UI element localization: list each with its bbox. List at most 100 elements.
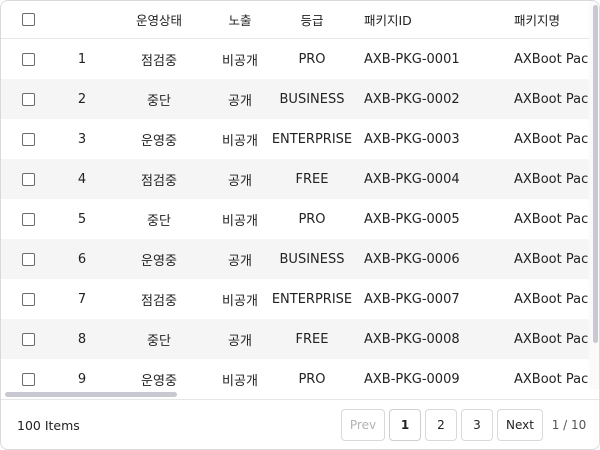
cell-status: 운영중	[141, 133, 177, 149]
cell-status: 점검중	[141, 173, 177, 189]
cell-status: 운영중	[141, 253, 177, 269]
row-checkbox[interactable]	[21, 92, 35, 106]
cell-grade: ENTERPRISE	[271, 131, 353, 147]
cell-exposure: 비공개	[222, 293, 258, 309]
cell-package-id: AXB-PKG-0003	[364, 131, 460, 147]
cell-package-name: AXBoot Package 3	[514, 131, 589, 147]
cell-grade: ENTERPRISE	[271, 291, 353, 307]
header-grade[interactable]: 등급	[271, 1, 353, 38]
row-checkbox-cell	[1, 199, 55, 239]
page-button-1[interactable]: 1	[389, 409, 421, 441]
table-row[interactable]: 6 운영중 공개 BUSINESS AXB-PKG-0006 AXBoot Package…	[1, 239, 589, 279]
cell-package-id: AXB-PKG-0004	[364, 171, 460, 187]
row-checkbox-cell	[1, 159, 55, 199]
cell-exposure: 비공개	[222, 133, 258, 149]
page-button-2[interactable]: 2	[425, 409, 457, 441]
cell-grade: PRO	[298, 371, 326, 387]
table-row[interactable]: 2 중단 공개 BUSINESS AXB-PKG-0002 AXBoot Package …	[1, 79, 589, 119]
row-number: 4	[77, 171, 87, 187]
row-number: 5	[77, 211, 87, 227]
cell-package-name: AXBoot Package 5	[514, 211, 589, 227]
prev-page-button[interactable]: Prev	[341, 409, 385, 441]
cell-exposure: 비공개	[222, 373, 258, 389]
header-no	[55, 1, 109, 38]
cell-grade: FREE	[295, 171, 329, 187]
row-checkbox-cell	[1, 359, 55, 389]
cell-package-id: AXB-PKG-0008	[364, 331, 460, 347]
row-number: 6	[77, 251, 87, 267]
row-checkbox-cell	[1, 239, 55, 279]
cell-status: 중단	[147, 93, 171, 109]
cell-package-name: AXBoot Package 4	[514, 171, 589, 187]
row-checkbox[interactable]	[21, 332, 35, 346]
row-checkbox-cell	[1, 39, 55, 79]
table-row[interactable]: 5 중단 비공개 PRO AXB-PKG-0005 AXBoot Package 5	[1, 199, 589, 239]
header-checkbox-cell	[1, 1, 55, 38]
header-exposure[interactable]: 노출	[209, 1, 271, 38]
row-checkbox[interactable]	[21, 372, 35, 386]
cell-package-name: AXBoot Package 1	[514, 51, 589, 67]
table-row[interactable]: 9 운영중 비공개 PRO AXB-PKG-0009 AXBoot Package 9	[1, 359, 589, 389]
cell-grade: PRO	[298, 51, 326, 67]
grid-viewport: 운영상태 노출 등급 패키지ID 패키지명 1 점검중 비공개 PRO AXB-PKG-…	[1, 1, 589, 389]
row-checkbox[interactable]	[21, 52, 35, 66]
cell-package-name: AXBoot Package 9	[514, 371, 589, 387]
header-row: 운영상태 노출 등급 패키지ID 패키지명	[1, 1, 589, 39]
cell-exposure: 공개	[228, 333, 252, 349]
row-number: 3	[77, 131, 87, 147]
row-number: 1	[77, 51, 87, 67]
row-checkbox[interactable]	[21, 212, 35, 226]
row-number: 8	[77, 331, 87, 347]
cell-package-id: AXB-PKG-0006	[364, 251, 460, 267]
header-package-id[interactable]: 패키지ID	[353, 1, 503, 38]
cell-package-name: AXBoot Package 7	[514, 291, 589, 307]
cell-package-id: AXB-PKG-0002	[364, 91, 460, 107]
cell-package-id: AXB-PKG-0005	[364, 211, 460, 227]
table-row[interactable]: 4 점검중 공개 FREE AXB-PKG-0004 AXBoot Package 4	[1, 159, 589, 199]
vertical-scrollbar-thumb[interactable]	[593, 5, 598, 343]
row-checkbox-cell	[1, 119, 55, 159]
page-button-3[interactable]: 3	[461, 409, 493, 441]
row-checkbox[interactable]	[21, 132, 35, 146]
cell-exposure: 공개	[228, 173, 252, 189]
cell-status: 중단	[147, 213, 171, 229]
cell-exposure: 공개	[228, 93, 252, 109]
row-number: 9	[77, 371, 87, 387]
cell-grade: PRO	[298, 211, 326, 227]
cell-exposure: 비공개	[222, 53, 258, 69]
row-checkbox[interactable]	[21, 252, 35, 266]
cell-package-name: AXBoot Package 2	[514, 91, 589, 107]
cell-exposure: 비공개	[222, 213, 258, 229]
row-number: 7	[77, 291, 87, 307]
cell-status: 중단	[147, 333, 171, 349]
page-indicator: 1 / 10	[551, 418, 587, 432]
row-number: 2	[77, 91, 87, 107]
horizontal-scrollbar-thumb[interactable]	[5, 392, 177, 397]
cell-grade: BUSINESS	[279, 91, 345, 107]
cell-grade: BUSINESS	[279, 251, 345, 267]
next-page-button[interactable]: Next	[497, 409, 543, 441]
row-checkbox[interactable]	[21, 172, 35, 186]
cell-status: 점검중	[141, 53, 177, 69]
cell-status: 운영중	[141, 373, 177, 389]
item-count: 100 Items	[17, 417, 80, 433]
row-checkbox[interactable]	[21, 292, 35, 306]
row-checkbox-cell	[1, 79, 55, 119]
table-row[interactable]: 7 점검중 비공개 ENTERPRISE AXB-PKG-0007 AXBoot Pack…	[1, 279, 589, 319]
header-package-name[interactable]: 패키지명	[503, 1, 589, 38]
row-checkbox-cell	[1, 319, 55, 359]
select-all-checkbox[interactable]	[21, 13, 35, 26]
grid-footer: 100 Items Prev 1 2 3 Next 1 / 10	[1, 399, 599, 449]
cell-package-id: AXB-PKG-0009	[364, 371, 460, 387]
cell-exposure: 공개	[228, 253, 252, 269]
table-row[interactable]: 8 중단 공개 FREE AXB-PKG-0008 AXBoot Package 8	[1, 319, 589, 359]
cell-package-name: AXBoot Package 6	[514, 251, 589, 267]
cell-status: 점검중	[141, 293, 177, 309]
header-status[interactable]: 운영상태	[109, 1, 209, 38]
row-checkbox-cell	[1, 279, 55, 319]
cell-package-id: AXB-PKG-0001	[364, 51, 460, 67]
cell-grade: FREE	[295, 331, 329, 347]
table-row[interactable]: 3 운영중 비공개 ENTERPRISE AXB-PKG-0003 AXBoot Pack…	[1, 119, 589, 159]
table-row[interactable]: 1 점검중 비공개 PRO AXB-PKG-0001 AXBoot Package 1	[1, 39, 589, 79]
cell-package-name: AXBoot Package 8	[514, 331, 589, 347]
